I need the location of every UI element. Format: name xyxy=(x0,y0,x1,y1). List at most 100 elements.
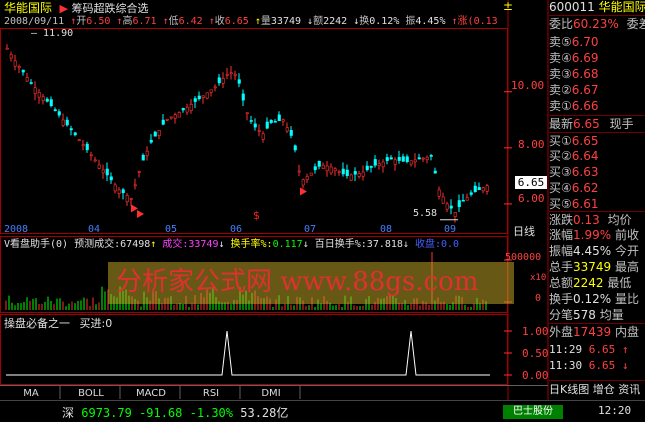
candle-body-7 xyxy=(33,87,37,94)
weibi-value: 60.23% xyxy=(573,17,619,31)
buy-value: 0 xyxy=(105,317,113,330)
chart-header: 华能国际 ▶ 筹码超跌综合选 xyxy=(4,1,148,15)
vol-x10-label: x10 xyxy=(530,273,547,283)
candle-body-65 xyxy=(265,121,269,129)
stock-name[interactable]: 华能国际 xyxy=(4,1,52,15)
y-tick-6: 6.00 xyxy=(518,192,545,205)
candle-body-62 xyxy=(253,123,257,128)
period-label[interactable]: 日线 xyxy=(513,223,535,239)
candle-body-92 xyxy=(373,159,377,166)
info-chg: (0.13 xyxy=(467,16,498,27)
ticker-badge[interactable]: 巴士股份 xyxy=(503,405,563,419)
x-tick-07: 07 xyxy=(304,224,317,235)
candle-body-60 xyxy=(245,112,249,115)
x-tick-08: 08 xyxy=(380,224,393,235)
candle-body-79 xyxy=(321,164,325,169)
candle-body-51 xyxy=(209,89,213,93)
info-amp-label: 振 xyxy=(405,16,416,27)
candle-body-2 xyxy=(13,60,17,67)
buy-row-4: 买④6.62 xyxy=(549,181,599,195)
quote-stock-name: 华能国际 xyxy=(598,0,645,14)
info-close: 6.65 xyxy=(224,16,249,27)
x-tick-04: 04 xyxy=(88,224,101,235)
quote-bottom-links[interactable]: 日K线图 增仓 资讯 xyxy=(549,380,645,398)
tab-boll[interactable]: BOLL xyxy=(64,387,118,400)
vol-label: 成交: xyxy=(162,239,189,250)
sell-row-1: 卖①6.66 xyxy=(549,99,599,113)
outer-label: 外盘 xyxy=(549,325,574,339)
current-price-tag: 6.65 xyxy=(515,176,547,189)
candle-body-100 xyxy=(405,156,409,162)
info-vol: 33749 xyxy=(270,16,302,27)
stock-code: 600011 xyxy=(549,0,595,14)
candle-body-111 xyxy=(449,205,453,209)
candle-body-23 xyxy=(97,164,101,169)
info-turn-label: 换 xyxy=(359,16,370,27)
candle-body-101 xyxy=(409,160,413,165)
candle-body-36 xyxy=(149,139,153,143)
volume-panel-title[interactable]: V看盘助手(0) xyxy=(4,239,68,250)
candle-body-78 xyxy=(317,160,321,167)
candle-body-29 xyxy=(121,189,125,194)
candle-body-118 xyxy=(477,187,481,191)
latest-label: 最新 xyxy=(549,117,574,131)
stat-row-4: 总手33749 最高 xyxy=(549,260,640,274)
study-name[interactable]: 筹码超跌综合选 xyxy=(71,2,148,15)
weicha-label: 委差 xyxy=(626,17,645,31)
dollar-marker-icon: $ xyxy=(253,209,260,222)
info-low-label: 低 xyxy=(168,16,179,27)
watermark-text: 分析家公式网 www.88gs.com xyxy=(116,267,479,297)
candle-body-115 xyxy=(465,197,469,201)
buy-row-2: 买②6.64 xyxy=(549,149,599,163)
candle-body-74 xyxy=(301,179,305,186)
candle-body-96 xyxy=(389,157,393,160)
candle-body-47 xyxy=(193,98,197,102)
candle-body-87 xyxy=(353,171,357,175)
tab-ma[interactable]: MA xyxy=(4,387,58,400)
candle-body-64 xyxy=(261,133,265,140)
candle-body-57 xyxy=(233,73,237,76)
candle-body-120 xyxy=(485,185,489,192)
index-pct: -1.30% xyxy=(189,406,234,420)
ind-y-tick-0: 0.00 xyxy=(522,369,549,382)
candle-body-69 xyxy=(281,119,285,122)
candle-body-20 xyxy=(85,143,89,151)
candle-body-102 xyxy=(413,159,417,163)
candle-body-37 xyxy=(153,131,157,137)
indicator-header: 操盘必备之一 买进:0 xyxy=(4,317,112,330)
candle-body-107 xyxy=(433,170,437,174)
buy-signal-line xyxy=(6,330,490,376)
candle-body-98 xyxy=(397,157,401,161)
candle-body-33 xyxy=(137,171,141,173)
clock: 12:20 xyxy=(598,404,632,417)
outer-value: 17439 xyxy=(573,325,612,339)
candle-body-17 xyxy=(73,132,77,136)
candle-body-61 xyxy=(249,120,253,122)
tab-macd[interactable]: MACD xyxy=(124,387,178,400)
candle-body-12 xyxy=(53,109,57,111)
resize-icon[interactable]: ± xyxy=(503,0,515,12)
index-value: 6973.79 xyxy=(81,406,132,420)
candle-body-31 xyxy=(129,198,133,200)
tab-rsi[interactable]: RSI xyxy=(184,387,238,400)
tab-dmi[interactable]: DMI xyxy=(244,387,298,400)
info-turn: 0.12% xyxy=(369,16,400,27)
candle-body-104 xyxy=(421,157,425,160)
candle-body-10 xyxy=(45,98,49,102)
vol-value: 33749 xyxy=(188,239,219,250)
hundred-turnover-arrow-icon: ↓ xyxy=(402,239,409,250)
candle-body-21 xyxy=(89,154,93,157)
candle-body-49 xyxy=(201,95,205,98)
x-tick-09: 09 xyxy=(444,224,457,235)
indicator-title[interactable]: 操盘必备之一 xyxy=(4,317,70,330)
candle-body-113 xyxy=(457,200,461,208)
stat-row-3: 振幅4.45% 今开 xyxy=(549,244,639,258)
candle-body-105 xyxy=(425,156,429,160)
candle-body-22 xyxy=(93,159,97,162)
candle-body-80 xyxy=(325,165,329,172)
candle-body-35 xyxy=(145,150,149,156)
candle-body-45 xyxy=(185,106,189,113)
candle-body-68 xyxy=(277,114,281,122)
candle-body-13 xyxy=(57,111,61,116)
candle-body-53 xyxy=(217,77,221,84)
